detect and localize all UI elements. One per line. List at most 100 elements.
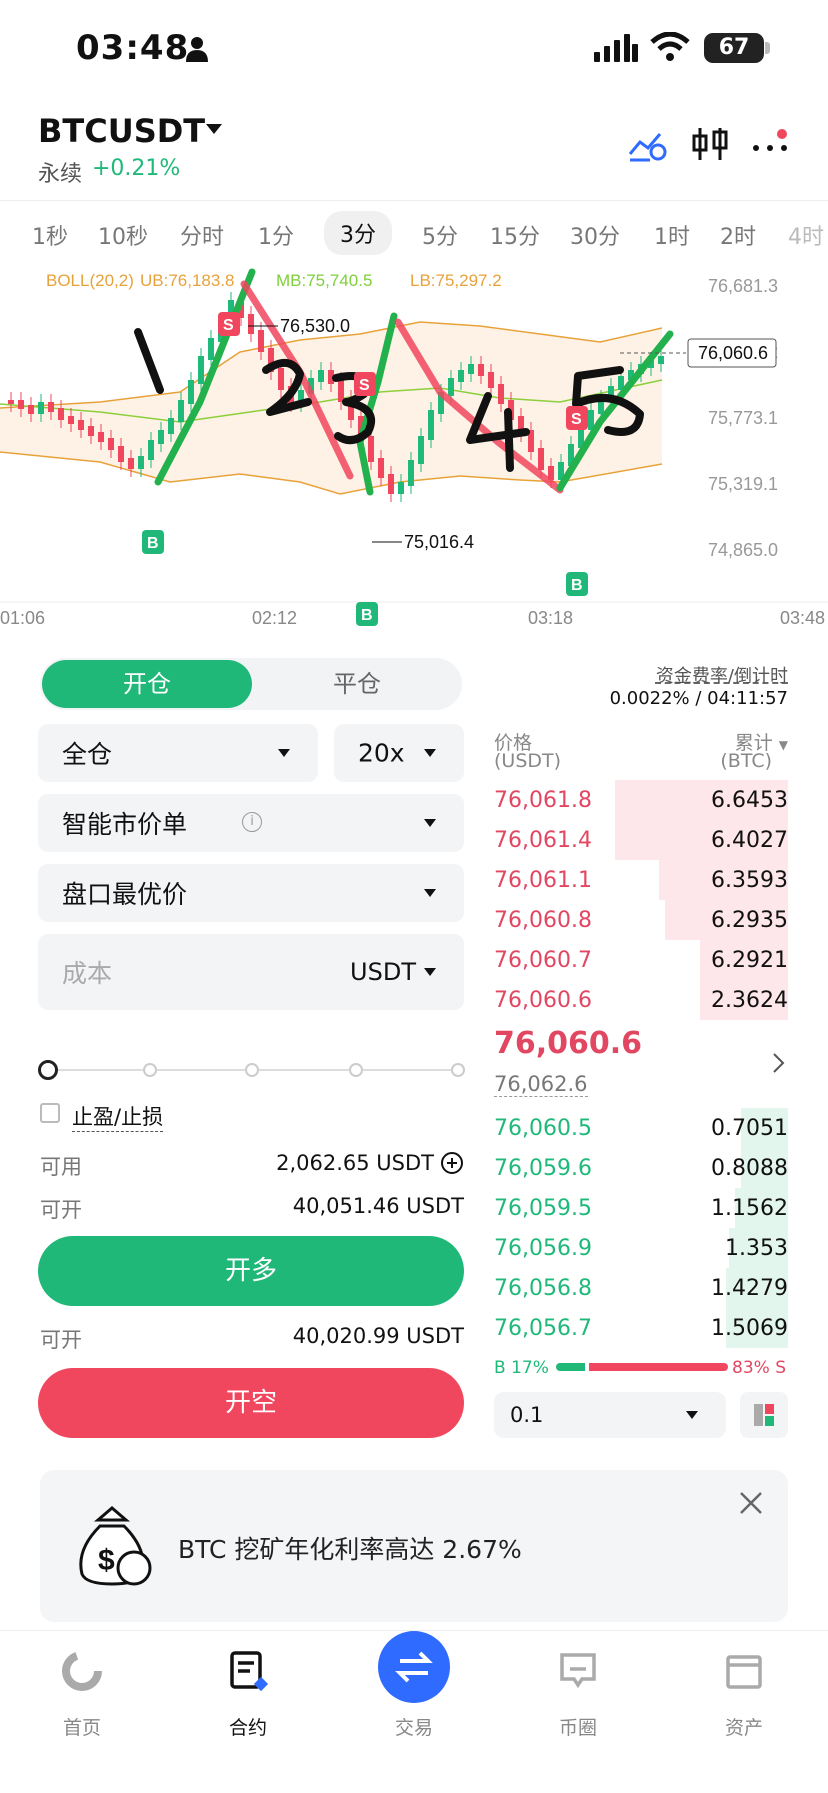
nav-trade[interactable]: 交易 bbox=[354, 1713, 474, 1740]
home-icon[interactable] bbox=[60, 1649, 104, 1693]
funding-rate-label[interactable]: 资金费率/倒计时 bbox=[560, 662, 788, 688]
order-type-select[interactable]: 智能市价单 i bbox=[38, 794, 464, 852]
nav-contract[interactable]: 合约 bbox=[188, 1713, 308, 1740]
orderbook-price: 76,061.1 bbox=[494, 868, 592, 893]
last-price: 76,060.6 bbox=[494, 1026, 643, 1061]
bid-row[interactable]: 76,059.6 0.8088 bbox=[494, 1148, 788, 1188]
contract-icon[interactable] bbox=[226, 1649, 270, 1693]
trade-marker-label: S bbox=[223, 317, 234, 334]
leverage-select[interactable]: 20x bbox=[334, 724, 464, 782]
chart-settings-icon[interactable] bbox=[628, 126, 668, 162]
chevron-down-icon bbox=[686, 1411, 698, 1419]
ask-row[interactable]: 76,060.7 6.2921 bbox=[494, 940, 788, 980]
order-type-value: 智能市价单 bbox=[62, 810, 188, 839]
bid-row[interactable]: 76,056.8 1.4279 bbox=[494, 1268, 788, 1308]
price-mode-value: 盘口最优价 bbox=[62, 880, 188, 909]
slider-step[interactable] bbox=[143, 1063, 157, 1077]
cost-input[interactable]: 成本 USDT bbox=[38, 934, 464, 1010]
open-long-button[interactable]: 开多 bbox=[38, 1236, 464, 1306]
candlestick-icon[interactable] bbox=[690, 126, 730, 162]
candle-body bbox=[128, 458, 134, 469]
candle-body bbox=[78, 420, 84, 430]
svg-text:$: $ bbox=[98, 1544, 115, 1577]
trade-marker-label: S bbox=[359, 377, 370, 394]
tab-4h[interactable]: 4时 bbox=[788, 219, 824, 251]
chevron-right-icon[interactable] bbox=[772, 1052, 786, 1074]
nav-assets[interactable]: 资产 bbox=[684, 1713, 804, 1740]
precision-select[interactable]: 0.1 bbox=[494, 1392, 726, 1438]
tab-2h[interactable]: 2时 bbox=[720, 219, 756, 251]
depth-layout-button[interactable] bbox=[740, 1392, 788, 1438]
slider-handle[interactable] bbox=[38, 1060, 58, 1080]
price-chart[interactable]: BOLL(20,2) UB:76,183.8 MB:75,740.5 LB:75… bbox=[0, 262, 828, 632]
tab-5m[interactable]: 5分 bbox=[422, 219, 458, 251]
y-tick-label: 76,681.3 bbox=[708, 276, 778, 296]
candle-body bbox=[38, 402, 44, 414]
candle-body bbox=[398, 482, 404, 494]
chevron-down-icon[interactable] bbox=[206, 124, 222, 134]
tab-1s[interactable]: 1秒 bbox=[32, 219, 68, 251]
chevron-down-icon bbox=[424, 819, 436, 827]
add-funds-icon[interactable] bbox=[440, 1151, 464, 1175]
tab-1h[interactable]: 1时 bbox=[654, 219, 690, 251]
close-icon[interactable] bbox=[738, 1490, 764, 1516]
nav-community[interactable]: 币圈 bbox=[518, 1713, 638, 1740]
info-icon[interactable]: i bbox=[242, 812, 262, 832]
bid-row[interactable]: 76,059.5 1.1562 bbox=[494, 1188, 788, 1228]
orderbook-qty: 2.3624 bbox=[711, 988, 788, 1013]
tab-timeline[interactable]: 分时 bbox=[180, 219, 224, 251]
contract-type: 永续 bbox=[38, 162, 83, 187]
margin-mode-select[interactable]: 全仓 bbox=[38, 724, 318, 782]
buy-ratio: B 17% bbox=[494, 1358, 549, 1378]
bid-row[interactable]: 76,060.5 0.7051 bbox=[494, 1108, 788, 1148]
leverage-value: 20x bbox=[358, 738, 405, 768]
price-mode-select[interactable]: 盘口最优价 bbox=[38, 864, 464, 922]
orderbook-qty: 1.1562 bbox=[711, 1196, 788, 1221]
orderbook-price: 76,061.8 bbox=[494, 788, 592, 813]
nav-home[interactable]: 首页 bbox=[22, 1713, 142, 1740]
status-time: 03:48 bbox=[76, 28, 190, 68]
candle-body bbox=[168, 418, 174, 434]
more-icon[interactable] bbox=[750, 126, 790, 162]
orderbook-price: 76,060.6 bbox=[494, 988, 592, 1013]
tab-1m[interactable]: 1分 bbox=[258, 219, 294, 251]
slider-step[interactable] bbox=[349, 1063, 363, 1077]
tab-30m[interactable]: 30分 bbox=[570, 219, 620, 251]
symbol-title[interactable]: BTCUSDT bbox=[38, 112, 205, 150]
available-value: 2,062.65 USDT bbox=[276, 1151, 434, 1175]
ask-row[interactable]: 76,060.6 2.3624 bbox=[494, 980, 788, 1020]
ask-row[interactable]: 76,061.1 6.3593 bbox=[494, 860, 788, 900]
bid-row[interactable]: 76,056.7 1.5069 bbox=[494, 1308, 788, 1348]
assets-icon[interactable] bbox=[722, 1649, 766, 1693]
bid-row[interactable]: 76,056.9 1.353 bbox=[494, 1228, 788, 1268]
slider-step[interactable] bbox=[451, 1063, 465, 1077]
ask-row[interactable]: 76,060.8 6.2935 bbox=[494, 900, 788, 940]
slider-step[interactable] bbox=[245, 1063, 259, 1077]
trade-fab[interactable] bbox=[378, 1631, 450, 1703]
cost-unit[interactable]: USDT bbox=[350, 958, 416, 986]
ask-row[interactable]: 76,061.4 6.4027 bbox=[494, 820, 788, 860]
orderbook-price: 76,056.8 bbox=[494, 1276, 592, 1301]
community-icon[interactable] bbox=[556, 1649, 600, 1693]
candle-body bbox=[468, 364, 474, 374]
promo-banner[interactable]: $ BTC 挖矿年化利率高达 2.67% bbox=[40, 1470, 788, 1622]
candle-body bbox=[258, 330, 264, 352]
candle-body bbox=[98, 432, 104, 442]
tab-15m[interactable]: 15分 bbox=[490, 219, 540, 251]
mark-price[interactable]: 76,062.6 bbox=[494, 1072, 588, 1097]
candle-body bbox=[8, 400, 14, 404]
tpsl-label[interactable]: 止盈/止损 bbox=[72, 1101, 164, 1132]
close-position-tab[interactable]: 平仓 bbox=[252, 660, 462, 708]
tab-10s[interactable]: 10秒 bbox=[98, 219, 148, 251]
open-short-button[interactable]: 开空 bbox=[38, 1368, 464, 1438]
ask-row[interactable]: 76,061.8 6.6453 bbox=[494, 780, 788, 820]
person-icon bbox=[186, 37, 208, 62]
tpsl-checkbox[interactable] bbox=[40, 1103, 60, 1123]
buy-ratio-fill bbox=[556, 1363, 585, 1371]
open-position-tab[interactable]: 开仓 bbox=[42, 660, 252, 708]
tab-3m[interactable]: 3分 bbox=[324, 211, 392, 255]
orderbook-price-unit: (USDT) bbox=[494, 750, 562, 772]
sell-ratio-fill bbox=[589, 1363, 728, 1371]
openable-label: 可开 bbox=[40, 1198, 82, 1222]
candle-body bbox=[488, 372, 494, 388]
